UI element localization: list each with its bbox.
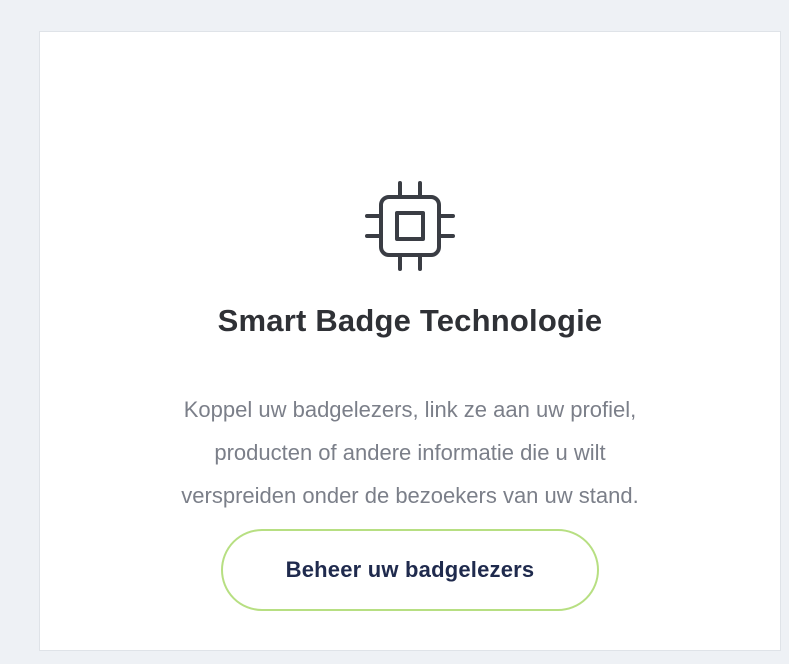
description-line: Koppel uw badgelezers, link ze aan uw pr…	[183, 397, 637, 422]
page-background: Smart Badge Technologie Koppel uw badgel…	[9, 9, 785, 659]
button-label: Beheer uw badgelezers	[285, 557, 535, 582]
card-description: Koppel uw badgelezers, link ze aan uw pr…	[120, 388, 700, 517]
feature-card: Smart Badge Technologie Koppel uw badgel…	[39, 31, 781, 651]
description-line: verspreiden onder de bezoekers van uw st…	[181, 483, 639, 508]
chip-icon	[358, 174, 462, 278]
description-line: producten of andere informatie die u wil…	[214, 440, 606, 465]
card-title: Smart Badge Technologie	[217, 303, 603, 338]
manage-badge-readers-button[interactable]: Beheer uw badgelezers	[221, 529, 599, 611]
